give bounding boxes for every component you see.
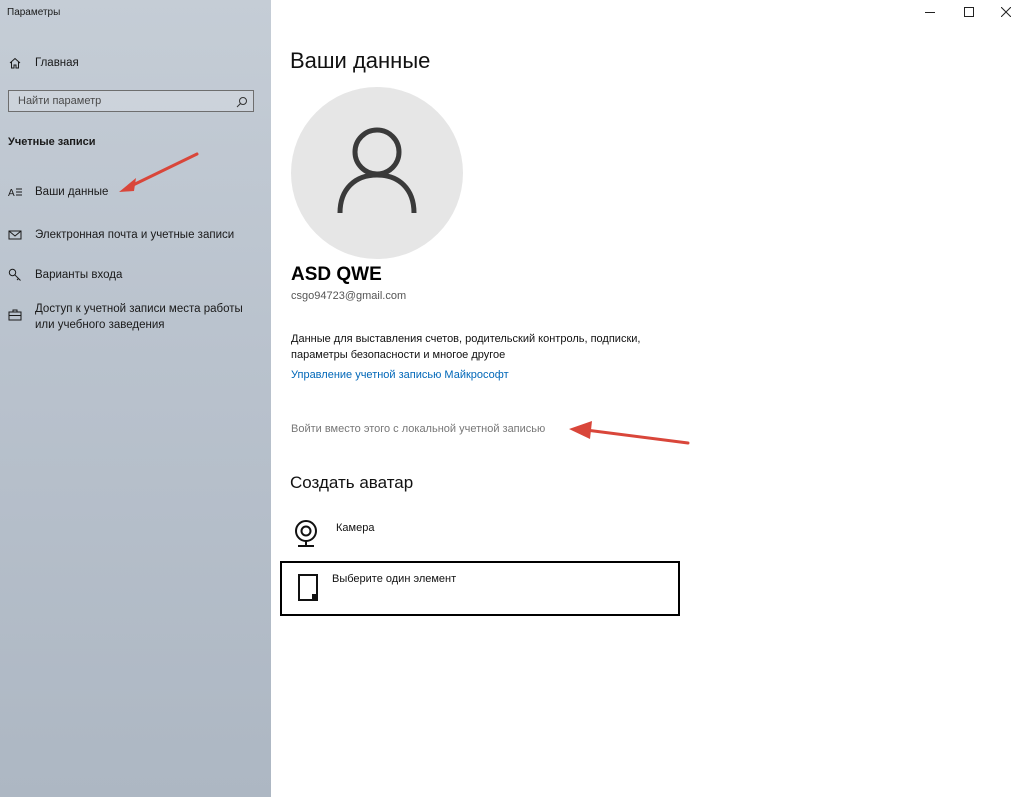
sidebar-item-email-accounts[interactable]: Электронная почта и учетные записи (8, 227, 234, 243)
search-icon[interactable] (236, 95, 248, 108)
minimize-button[interactable] (916, 3, 944, 23)
local-account-link[interactable]: Войти вместо этого с локальной учетной з… (291, 423, 545, 435)
mail-icon (8, 228, 22, 242)
close-icon (1000, 4, 1012, 22)
annotation-arrow-local-link (569, 421, 690, 445)
sidebar-item-label: Электронная почта и учетные записи (35, 229, 235, 241)
sidebar-item-your-info[interactable]: A Ваши данные (8, 184, 108, 200)
app-title: Параметры (7, 7, 61, 18)
home-icon (8, 56, 22, 70)
svg-text:A: A (8, 188, 15, 199)
user-email: csgo94723@gmail.com (291, 290, 407, 302)
user-name: ASD QWE (291, 264, 382, 285)
search-input[interactable] (9, 91, 238, 111)
search-box[interactable] (8, 90, 254, 112)
page-title: Ваши данные (290, 48, 431, 73)
sidebar: Параметры Главная Учетные записи A Ваши … (0, 0, 271, 797)
sidebar-item-sign-in-options[interactable]: Варианты входа (8, 267, 122, 283)
section-heading: Учетные записи (8, 136, 96, 148)
person-info-icon: A (8, 185, 22, 199)
browse-option-label: Выберите один элемент (332, 573, 457, 585)
person-icon (337, 127, 417, 214)
camera-icon (292, 519, 320, 554)
camera-option[interactable]: Камера (292, 519, 374, 554)
sidebar-item-label: Варианты входа (35, 269, 123, 281)
key-icon (8, 268, 22, 282)
maximize-icon (964, 4, 974, 22)
manage-account-link[interactable]: Управление учетной записью Майкрософт (291, 369, 509, 381)
avatar-section-heading: Создать аватар (290, 473, 414, 492)
file-icon (298, 574, 318, 601)
avatar (291, 87, 463, 259)
minimize-icon (925, 4, 935, 22)
account-description: Данные для выставления счетов, родительс… (291, 333, 641, 361)
briefcase-icon (8, 308, 22, 322)
sidebar-item-home[interactable]: Главная (8, 55, 79, 71)
maximize-button[interactable] (955, 3, 983, 23)
close-button[interactable] (992, 3, 1020, 23)
browse-file-option[interactable]: Выберите один элемент (280, 561, 680, 616)
sidebar-item-label: Главная (35, 57, 79, 69)
sidebar-item-label: Ваши данные (35, 186, 109, 198)
sidebar-item-work-access[interactable]: Доступ к учетной записи места работы или… (8, 301, 258, 333)
camera-option-label: Камера (336, 522, 375, 534)
sidebar-item-label: Доступ к учетной записи места работы или… (35, 303, 243, 331)
